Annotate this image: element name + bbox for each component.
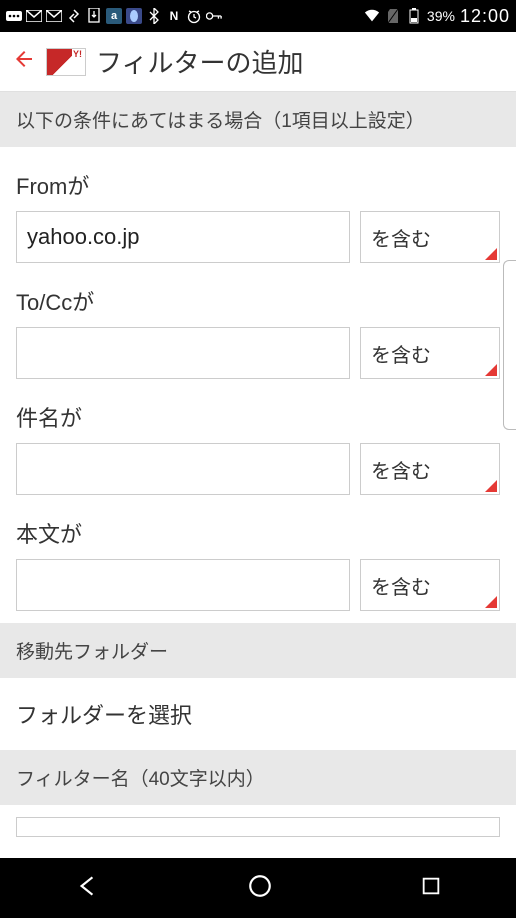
- folder-select-label: フォルダーを選択: [16, 703, 192, 728]
- from-field: Fromが を含む: [16, 147, 500, 263]
- body-field: 本文が を含む: [16, 495, 500, 611]
- status-bar: a N 39% 12:00: [0, 0, 516, 32]
- amazon-icon: a: [106, 8, 122, 24]
- yahoo-mail-logo: [46, 48, 86, 76]
- nav-back-button[interactable]: [74, 873, 100, 904]
- tocc-input[interactable]: [16, 327, 350, 379]
- mail-icon-2: [46, 8, 62, 24]
- from-label: Fromが: [16, 169, 500, 201]
- dropdown-triangle-icon: [485, 364, 497, 376]
- subject-input[interactable]: [16, 443, 350, 495]
- conditions-section-header: 以下の条件にあてはまる場合（1項目以上設定）: [0, 92, 516, 147]
- nav-home-button[interactable]: [247, 873, 273, 904]
- body-input[interactable]: [16, 559, 350, 611]
- move-folder-section-header: 移動先フォルダー: [0, 623, 516, 678]
- download-icon: [86, 8, 102, 24]
- status-right: 39% 12:00: [364, 6, 510, 27]
- wifi-icon: [364, 8, 380, 24]
- filter-name-section-header: フィルター名（40文字以内）: [0, 750, 516, 805]
- dropdown-triangle-icon: [485, 248, 497, 260]
- dropdown-triangle-icon: [485, 480, 497, 492]
- tocc-match-label: を含む: [371, 339, 431, 368]
- clock: 12:00: [460, 6, 510, 27]
- subject-label: 件名が: [16, 401, 500, 433]
- nav-recent-button[interactable]: [420, 875, 442, 902]
- side-tab-handle[interactable]: [503, 260, 516, 430]
- nfc-icon: N: [166, 8, 182, 24]
- app-header: フィルターの追加: [0, 32, 516, 92]
- back-button[interactable]: [12, 46, 36, 78]
- conditions-section: Fromが を含む To/Ccが を含む 件名が を含む: [0, 147, 516, 623]
- sync-icon: [66, 8, 82, 24]
- filter-name-row: [0, 805, 516, 837]
- no-sim-icon: [385, 8, 401, 24]
- battery-percent: 39%: [427, 8, 455, 24]
- status-left: a N: [6, 8, 364, 24]
- tocc-match-select[interactable]: を含む: [360, 327, 500, 379]
- tocc-field: To/Ccが を含む: [16, 263, 500, 379]
- page-title: フィルターの追加: [96, 43, 303, 80]
- body-match-select[interactable]: を含む: [360, 559, 500, 611]
- filter-name-input[interactable]: [16, 817, 500, 837]
- dropdown-triangle-icon: [485, 596, 497, 608]
- mail-icon: [26, 8, 42, 24]
- from-input[interactable]: [16, 211, 350, 263]
- subject-match-select[interactable]: を含む: [360, 443, 500, 495]
- from-match-label: を含む: [371, 223, 431, 252]
- app-icon: [126, 8, 142, 24]
- tocc-label: To/Ccが: [16, 285, 500, 317]
- subject-match-label: を含む: [371, 455, 431, 484]
- body-match-label: を含む: [371, 571, 431, 600]
- folder-select[interactable]: フォルダーを選択: [0, 678, 516, 750]
- vpn-key-icon: [206, 8, 222, 24]
- bluetooth-icon: [146, 8, 162, 24]
- android-nav-bar: [0, 858, 516, 918]
- subject-field: 件名が を含む: [16, 379, 500, 495]
- alarm-icon: [186, 8, 202, 24]
- battery-icon: [406, 8, 422, 24]
- body-label: 本文が: [16, 517, 500, 549]
- from-match-select[interactable]: を含む: [360, 211, 500, 263]
- more-icon: [6, 8, 22, 24]
